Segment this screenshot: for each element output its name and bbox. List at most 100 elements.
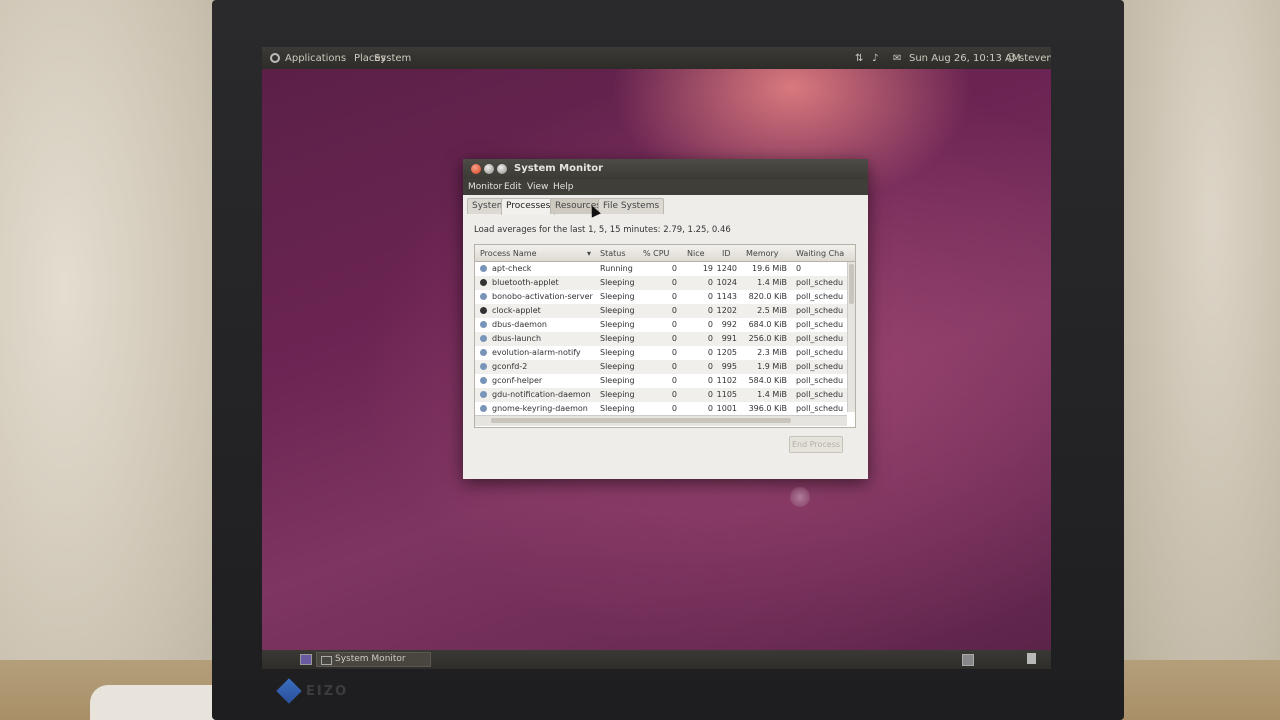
cell-status: Sleeping <box>600 390 635 399</box>
cell-nice: 0 <box>707 320 713 329</box>
table-row[interactable]: apt-check Running 0 19 1240 19.6 MiB 0 <box>475 262 855 276</box>
show-desktop-icon[interactable] <box>300 654 312 665</box>
window-titlebar[interactable]: System Monitor <box>463 159 868 179</box>
menubar: Monitor Edit View Help <box>463 179 868 195</box>
cell-status: Sleeping <box>600 376 635 385</box>
process-table: Process Name ▾ Status % CPU Nice ID Memo… <box>474 244 856 428</box>
col-waiting-channel[interactable]: Waiting Cha <box>796 249 844 258</box>
menu-monitor[interactable]: Monitor <box>468 182 502 192</box>
cell-cpu: 0 <box>671 390 677 399</box>
cell-id: 1240 <box>716 264 737 273</box>
col-nice[interactable]: Nice <box>687 249 705 258</box>
vertical-scroll-thumb[interactable] <box>849 264 854 304</box>
cell-cpu: 0 <box>671 264 677 273</box>
table-row[interactable]: clock-applet Sleeping 0 0 1202 2.5 MiB poll_sc… <box>475 304 855 318</box>
cell-nice: 0 <box>707 376 713 385</box>
cell-wait: poll_schedu <box>796 334 844 343</box>
cell-cpu: 0 <box>671 320 677 329</box>
close-icon[interactable] <box>471 164 481 174</box>
monitor-brand: EIZO <box>306 684 349 699</box>
content-area: System Processes Resources File Systems … <box>463 195 868 479</box>
process-icon <box>480 363 487 370</box>
cell-wait: poll_schedu <box>796 404 844 413</box>
table-row[interactable]: gconf-helper Sleeping 0 0 1102 584.0 KiB poll_… <box>475 374 855 388</box>
cell-memory: 1.4 MiB <box>757 278 787 287</box>
process-icon <box>480 391 487 398</box>
tab-file-systems[interactable]: File Systems <box>598 198 665 214</box>
table-row[interactable]: bonobo-activation-server Sleeping 0 0 1143 82… <box>475 290 855 304</box>
maximize-icon[interactable] <box>497 164 507 174</box>
cell-nice: 0 <box>707 404 713 413</box>
cell-status: Sleeping <box>600 404 635 413</box>
table-header: Process Name ▾ Status % CPU Nice ID Memo… <box>475 245 855 262</box>
tab-processes[interactable]: Processes <box>501 198 556 215</box>
table-row[interactable]: dbus-launch Sleeping 0 0 991 256.0 KiB poll_sc… <box>475 332 855 346</box>
screen-glare <box>790 487 810 507</box>
cell-name: bluetooth-applet <box>492 278 559 287</box>
user-icon[interactable]: ☺ <box>1006 53 1016 64</box>
volume-icon[interactable]: ♪ <box>872 53 878 64</box>
cell-name: dbus-daemon <box>492 320 547 329</box>
system-menu[interactable]: System <box>374 53 411 64</box>
cell-memory: 19.6 MiB <box>752 264 787 273</box>
menu-help[interactable]: Help <box>553 182 574 192</box>
col-status[interactable]: Status <box>600 249 626 258</box>
cell-name: gnome-keyring-daemon <box>492 404 588 413</box>
vertical-scrollbar[interactable] <box>847 262 855 412</box>
cell-nice: 0 <box>707 334 713 343</box>
table-row[interactable]: dbus-daemon Sleeping 0 0 992 684.0 KiB poll_sc… <box>475 318 855 332</box>
cell-wait: poll_schedu <box>796 362 844 371</box>
cell-nice: 0 <box>707 306 713 315</box>
cell-nice: 0 <box>707 390 713 399</box>
cell-name: bonobo-activation-server <box>492 292 593 301</box>
horizontal-scrollbar[interactable] <box>475 415 847 426</box>
cell-memory: 256.0 KiB <box>748 334 787 343</box>
menu-view[interactable]: View <box>527 182 548 192</box>
cell-id: 1205 <box>716 348 737 357</box>
cell-status: Sleeping <box>600 334 635 343</box>
taskbar-item-system-monitor[interactable]: System Monitor <box>316 652 431 667</box>
table-row[interactable]: gnome-keyring-daemon Sleeping 0 0 1001 396.0 … <box>475 402 855 416</box>
cell-cpu: 0 <box>671 348 677 357</box>
horizontal-scroll-thumb[interactable] <box>491 418 791 423</box>
cell-nice: 0 <box>707 348 713 357</box>
workspace-switcher[interactable] <box>962 654 974 666</box>
table-row[interactable]: evolution-alarm-notify Sleeping 0 0 1205 2.3 … <box>475 346 855 360</box>
table-row[interactable]: bluetooth-applet Sleeping 0 0 1024 1.4 MiB pol… <box>475 276 855 290</box>
col-process-name[interactable]: Process Name <box>480 249 537 258</box>
table-row[interactable]: gdu-notification-daemon Sleeping 0 0 1105 1.4… <box>475 388 855 402</box>
mail-icon[interactable]: ✉ <box>893 53 901 64</box>
cell-wait: poll_schedu <box>796 390 844 399</box>
clock[interactable]: Sun Aug 26, 10:13 AM <box>909 53 1020 64</box>
process-icon <box>480 293 487 300</box>
network-icon[interactable]: ⇅ <box>855 53 863 64</box>
table-row[interactable]: gconfd-2 Sleeping 0 0 995 1.9 MiB poll_schedu <box>475 360 855 374</box>
applications-menu[interactable]: Applications <box>285 53 346 64</box>
process-icon <box>480 265 487 272</box>
cell-wait: poll_schedu <box>796 348 844 357</box>
trash-icon[interactable] <box>1027 653 1036 664</box>
cell-cpu: 0 <box>671 404 677 413</box>
cell-nice: 19 <box>702 264 713 273</box>
col-cpu[interactable]: % CPU <box>643 249 669 258</box>
cell-name: gdu-notification-daemon <box>492 390 591 399</box>
process-icon <box>480 377 487 384</box>
cell-cpu: 0 <box>671 292 677 301</box>
menu-edit[interactable]: Edit <box>504 182 521 192</box>
user-name[interactable]: steven <box>1019 53 1051 64</box>
top-panel: Applications Places System ⇅ ♪ ✉ Sun Aug… <box>262 47 1051 69</box>
cell-cpu: 0 <box>671 376 677 385</box>
cell-nice: 0 <box>707 362 713 371</box>
window-icon <box>321 656 332 665</box>
cell-cpu: 0 <box>671 362 677 371</box>
col-id[interactable]: ID <box>722 249 731 258</box>
wall-right <box>1110 0 1280 720</box>
process-icon <box>480 279 487 286</box>
end-process-button[interactable]: End Process <box>789 436 843 453</box>
minimize-icon[interactable] <box>484 164 494 174</box>
cell-wait: 0 <box>796 264 802 273</box>
ubuntu-logo-icon[interactable] <box>270 53 280 63</box>
cell-memory: 1.9 MiB <box>757 362 787 371</box>
col-memory[interactable]: Memory <box>746 249 779 258</box>
window-title: System Monitor <box>514 163 604 174</box>
